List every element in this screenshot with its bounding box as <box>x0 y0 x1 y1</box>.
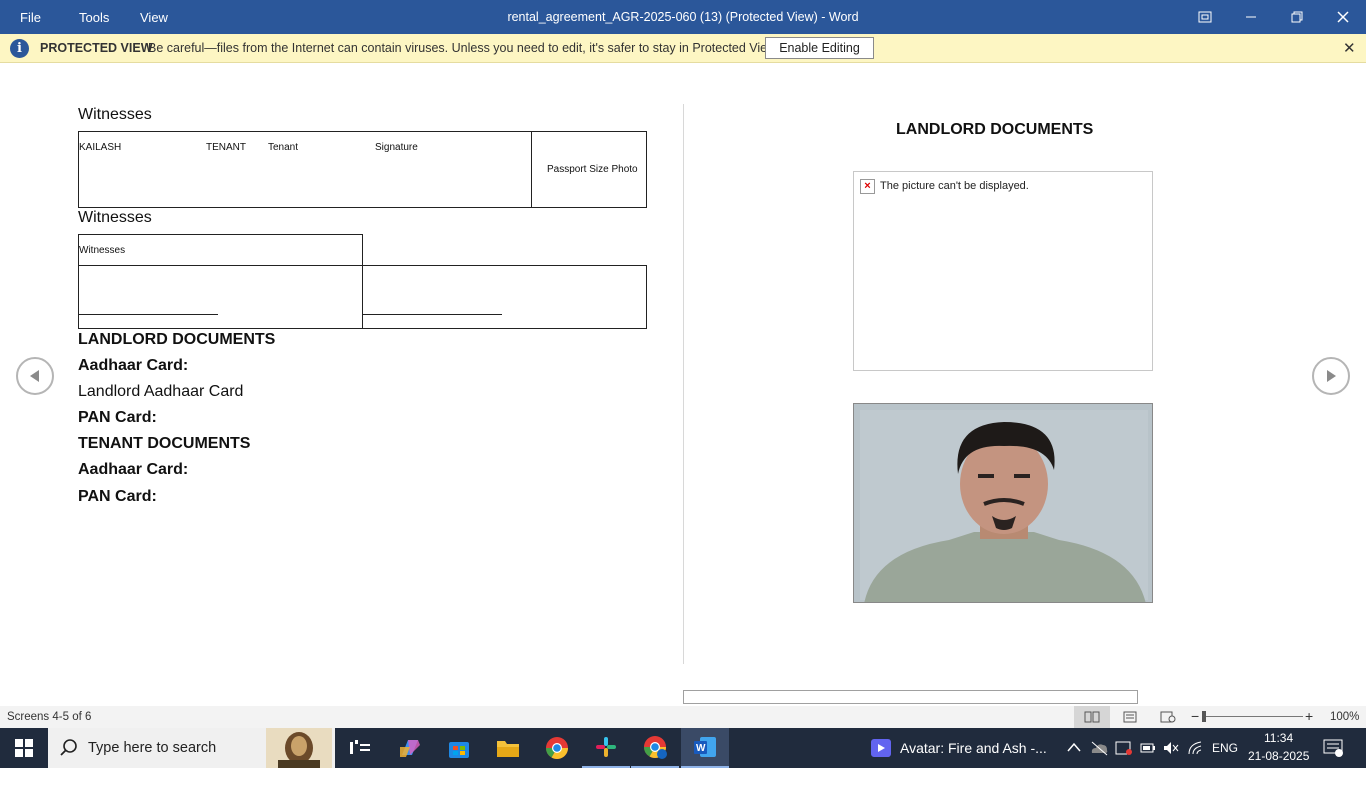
search-icon <box>60 739 77 756</box>
read-mode-button[interactable] <box>1074 706 1110 728</box>
close-icon[interactable]: ✕ <box>1343 39 1356 57</box>
zoom-slider[interactable] <box>1203 716 1303 717</box>
taskbar-search[interactable]: Type here to search <box>48 728 335 768</box>
task-view-icon <box>350 740 370 754</box>
previous-screen-button[interactable] <box>16 357 54 395</box>
task-view-button[interactable] <box>336 728 384 768</box>
table-divider <box>531 131 532 208</box>
chevron-up-icon[interactable] <box>1067 742 1081 752</box>
chrome-icon <box>644 736 667 759</box>
zoom-in-button[interactable]: + <box>1305 708 1313 724</box>
copilot-icon <box>400 740 420 757</box>
start-button[interactable] <box>0 728 48 768</box>
volume-muted-icon[interactable] <box>1162 740 1180 756</box>
table-divider <box>362 265 363 329</box>
right-page-heading: LANDLORD DOCUMENTS <box>896 121 1094 138</box>
table-cell: Signature <box>375 142 418 153</box>
table-cell: Tenant <box>268 142 299 153</box>
search-placeholder: Type here to search <box>88 740 217 756</box>
taskbar: Type here to search W Avatar: Fire and A… <box>0 728 1366 768</box>
screen-counter: Screens 4-5 of 6 <box>7 711 92 723</box>
language-indicator[interactable]: ENG <box>1212 741 1238 781</box>
protected-view-message: Be careful—files from the Internet can c… <box>148 41 779 55</box>
page-icon <box>1123 711 1137 723</box>
windows-icon <box>15 739 33 757</box>
page-divider <box>683 104 684 664</box>
arrow-left-icon <box>30 370 39 382</box>
broken-image-message: The picture can't be displayed. <box>880 180 1029 192</box>
zoom-slider-thumb[interactable] <box>1202 711 1206 722</box>
close-icon <box>1337 11 1349 23</box>
protected-view-bar: i PROTECTED VIEW Be careful—files from t… <box>0 34 1366 63</box>
zoom-level[interactable]: 100% <box>1330 711 1359 723</box>
enable-editing-button[interactable]: Enable Editing <box>765 37 874 59</box>
word-button[interactable]: W <box>681 728 729 768</box>
zoom-out-button[interactable]: − <box>1191 708 1199 724</box>
close-button[interactable] <box>1320 0 1366 34</box>
chrome-profile-button[interactable] <box>631 728 679 768</box>
arrow-right-icon <box>1327 370 1336 382</box>
web-layout-icon <box>1160 711 1176 723</box>
fullscreen-icon <box>1198 11 1212 23</box>
witnesses-heading: Witnesses <box>78 106 152 123</box>
copilot-button[interactable] <box>386 728 434 768</box>
web-layout-button[interactable] <box>1150 706 1186 728</box>
table-cell: Witnesses <box>79 245 126 256</box>
next-screen-button[interactable] <box>1312 357 1350 395</box>
field-value: Landlord Aadhaar Card <box>78 383 244 400</box>
video-call-icon[interactable] <box>870 738 892 758</box>
person-photo-image <box>854 404 1152 602</box>
store-button[interactable] <box>435 728 483 768</box>
field-label: PAN Card: <box>78 488 157 505</box>
print-layout-button[interactable] <box>1112 706 1148 728</box>
broken-image-icon: × <box>860 179 875 194</box>
svg-text:W: W <box>696 743 706 754</box>
signature-line <box>79 314 218 315</box>
field-label: Aadhaar Card: <box>78 461 189 478</box>
media-title[interactable]: Avatar: Fire and Ash -... <box>900 740 1047 780</box>
window-title: rental_agreement_AGR-2025-060 (13) (Prot… <box>507 10 859 24</box>
battery-icon[interactable] <box>1139 740 1157 756</box>
fullscreen-button[interactable] <box>1182 0 1228 34</box>
notifications-icon[interactable] <box>1323 739 1343 757</box>
chrome-icon <box>546 737 568 759</box>
aadhaar-photo <box>853 403 1153 603</box>
field-label: PAN Card: <box>78 409 157 426</box>
minimize-icon <box>1246 16 1256 18</box>
status-bar: Screens 4-5 of 6 − + 100% <box>0 706 1366 728</box>
meet-icon[interactable] <box>1115 740 1133 756</box>
restore-icon <box>1291 11 1303 23</box>
minimize-button[interactable] <box>1228 0 1274 34</box>
file-explorer-button[interactable] <box>484 728 532 768</box>
word-icon: W <box>694 737 716 757</box>
passport-photo-label: Passport Size Photo <box>547 164 638 175</box>
slack-button[interactable] <box>582 728 630 768</box>
wifi-icon[interactable] <box>1187 740 1205 756</box>
protected-view-title: PROTECTED VIEW <box>40 41 153 55</box>
clock-date[interactable]: 21-08-2025 <box>1248 749 1309 789</box>
title-bar: File Tools View rental_agreement_AGR-202… <box>0 0 1366 34</box>
info-icon: i <box>10 39 29 58</box>
horizontal-scrollbar[interactable] <box>683 690 1138 704</box>
store-icon <box>449 742 469 758</box>
restore-button[interactable] <box>1274 0 1320 34</box>
table-cell: TENANT <box>206 142 246 153</box>
signature-line <box>363 314 502 315</box>
table-cell: KAILASH <box>79 142 122 153</box>
field-label: Aadhaar Card: <box>78 357 189 374</box>
section-heading: TENANT DOCUMENTS <box>78 435 251 452</box>
witnesses-heading: Witnesses <box>78 209 152 226</box>
search-highlight-image <box>266 728 332 768</box>
book-icon <box>1084 711 1100 723</box>
broken-image-placeholder: × The picture can't be displayed. <box>853 171 1153 371</box>
section-heading: LANDLORD DOCUMENTS <box>78 331 276 348</box>
onedrive-icon[interactable] <box>1090 740 1108 756</box>
slack-icon <box>596 737 616 757</box>
chrome-button[interactable] <box>533 728 581 768</box>
folder-icon <box>497 741 519 757</box>
